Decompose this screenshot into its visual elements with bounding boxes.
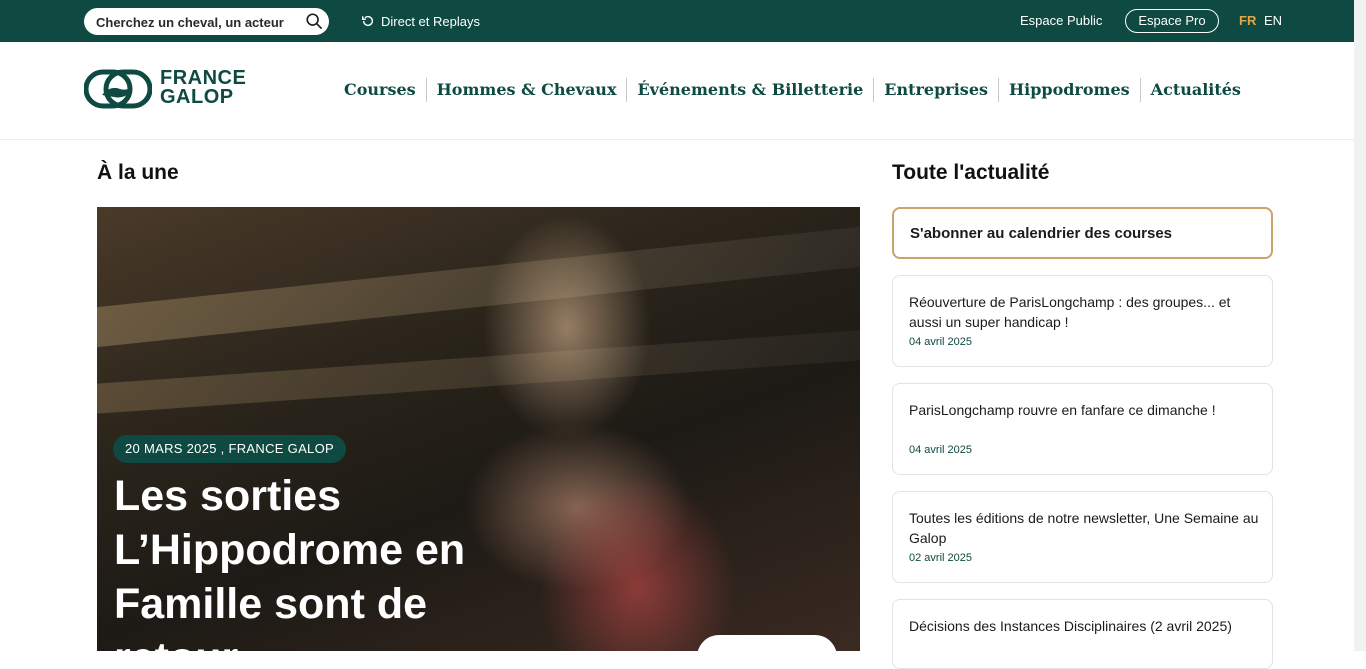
news-section-title: Toute l'actualité: [892, 161, 1050, 184]
nav-item-hippodromes[interactable]: Hippodromes: [998, 78, 1140, 102]
hero-read-more-button[interactable]: [697, 635, 837, 651]
direct-replays-link[interactable]: Direct et Replays: [361, 12, 480, 30]
hero-image-light-beam: [97, 330, 860, 414]
logo-mark-icon: [84, 69, 152, 109]
hero-date-badge: 20 MARS 2025 , FRANCE GALOP: [113, 435, 346, 463]
search-box[interactable]: [84, 8, 329, 35]
subscribe-calendar-button[interactable]: S'abonner au calendrier des courses: [892, 207, 1273, 259]
espace-pro-button[interactable]: Espace Pro: [1125, 9, 1219, 33]
news-card-title: Réouverture de ParisLongchamp : des grou…: [909, 294, 1231, 330]
search-icon[interactable]: [305, 12, 323, 30]
nav-item-actualites[interactable]: Actualités: [1139, 78, 1251, 102]
news-card[interactable]: ParisLongchamp rouvre en fanfare ce dima…: [892, 383, 1273, 475]
news-card-date: 04 avril 2025: [909, 444, 972, 456]
nav-item-courses[interactable]: Courses: [334, 78, 426, 102]
news-card-date: 02 avril 2025: [909, 552, 972, 564]
page-scrollbar[interactable]: [1354, 0, 1366, 651]
search-input[interactable]: [96, 12, 296, 32]
featured-section-title: À la une: [97, 161, 179, 184]
nav-item-hommes-chevaux[interactable]: Hommes & Chevaux: [425, 78, 627, 102]
hero-image-light-beam: [97, 226, 860, 348]
news-card-title: Décisions des Instances Disciplinaires (…: [909, 618, 1232, 634]
lang-en-link[interactable]: EN: [1264, 13, 1282, 28]
primary-nav: Courses Hommes & Chevaux Événements & Bi…: [334, 78, 1251, 102]
news-card-title: Toutes les éditions de notre newsletter,…: [909, 510, 1259, 546]
france-galop-logo[interactable]: FRANCE GALOP: [84, 68, 284, 113]
news-card[interactable]: Toutes les éditions de notre newsletter,…: [892, 491, 1273, 583]
lang-fr-link[interactable]: FR: [1239, 13, 1256, 28]
main-header: FRANCE GALOP Courses Hommes & Chevaux Év…: [0, 42, 1354, 140]
news-card[interactable]: Réouverture de ParisLongchamp : des grou…: [892, 275, 1273, 367]
nav-item-entreprises[interactable]: Entreprises: [873, 78, 998, 102]
espace-public-link[interactable]: Espace Public: [1020, 13, 1102, 28]
top-bar: Direct et Replays Espace Public Espace P…: [0, 0, 1354, 42]
hero-headline[interactable]: Les sorties L’Hippodrome en Famille sont…: [114, 469, 544, 651]
news-card[interactable]: Décisions des Instances Disciplinaires (…: [892, 599, 1273, 669]
logo-line-2: GALOP: [160, 86, 234, 108]
featured-hero-card[interactable]: 20 MARS 2025 , FRANCE GALOP Les sorties …: [97, 207, 860, 651]
subscribe-calendar-label: S'abonner au calendrier des courses: [910, 225, 1173, 242]
nav-item-evenements-billetterie[interactable]: Événements & Billetterie: [626, 78, 873, 102]
replay-icon: [362, 15, 374, 27]
logo-text: FRANCE GALOP: [160, 68, 246, 108]
news-card-title: ParisLongchamp rouvre en fanfare ce dima…: [909, 402, 1216, 418]
news-card-date: 04 avril 2025: [909, 336, 972, 348]
direct-replays-label: Direct et Replays: [381, 13, 480, 29]
